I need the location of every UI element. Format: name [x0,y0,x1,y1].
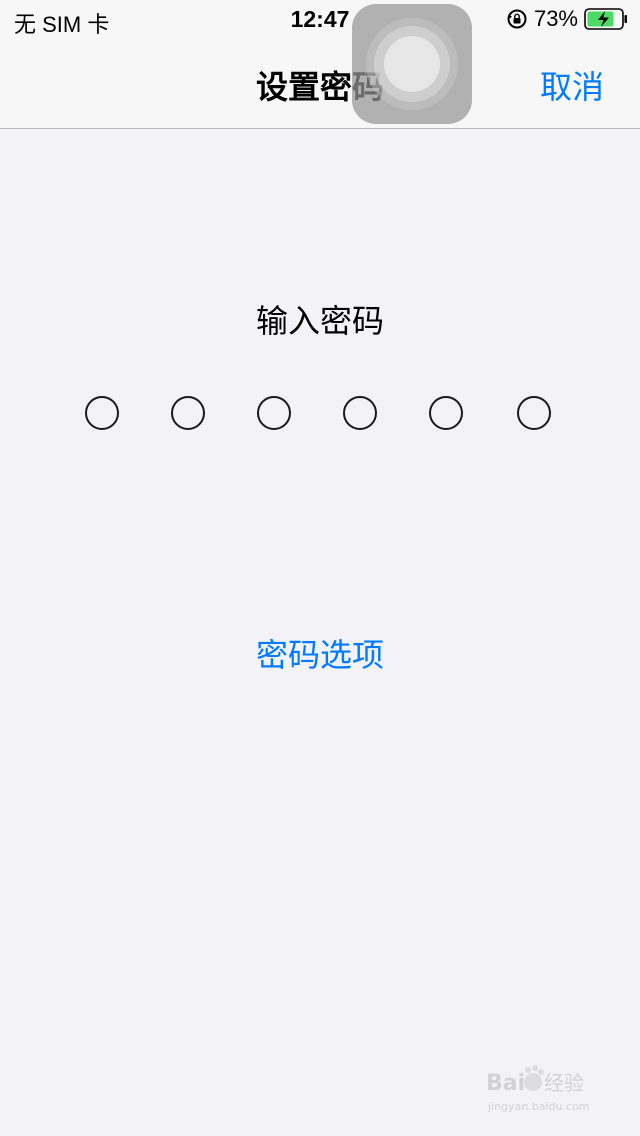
passcode-options-link[interactable]: 密码选项 [0,630,640,676]
svg-text:经验: 经验 [544,1071,584,1095]
passcode-dot [85,396,119,430]
svg-text:Bai: Bai [486,1071,525,1096]
cancel-button[interactable]: 取消 [540,62,604,108]
status-right: 73% [506,6,628,32]
passcode-dots [0,396,640,436]
passcode-dot [171,396,205,430]
assistive-touch-button[interactable] [352,4,472,124]
status-bar: 无 SIM 卡 12:47 73% [0,0,640,40]
passcode-dot [343,396,377,430]
baidu-watermark-logo: Bai 经验 jingyan.baidu.com [486,1062,606,1116]
assistive-touch-ring-inner [384,36,440,92]
svg-text:jingyan.baidu.com: jingyan.baidu.com [487,1100,590,1113]
navigation-bar: 设置密码 取消 [0,40,640,129]
battery-charging-icon [584,8,628,30]
rotation-lock-icon [506,8,528,30]
battery-percent: 73% [533,6,578,31]
passcode-dot [517,396,551,430]
passcode-dot [429,396,463,430]
passcode-dot [257,396,291,430]
passcode-prompt: 输入密码 [255,302,384,340]
